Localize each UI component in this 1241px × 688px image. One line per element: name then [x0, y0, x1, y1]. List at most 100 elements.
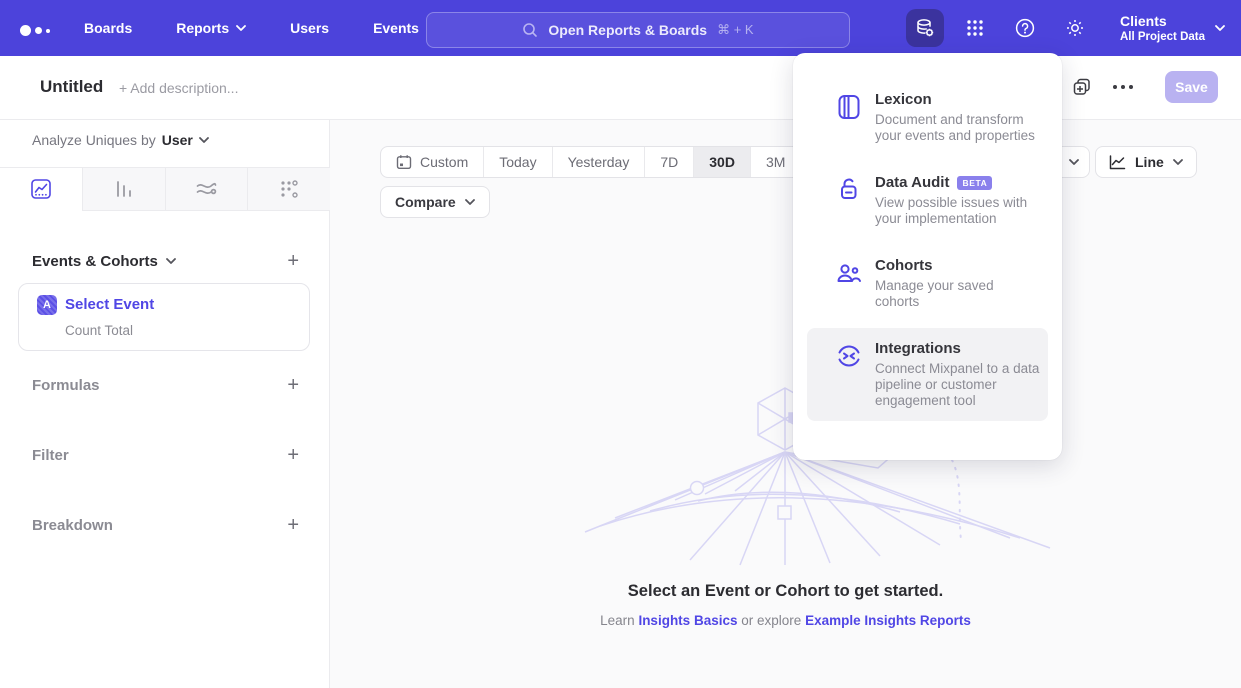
nav-item-events[interactable]: Events	[373, 20, 419, 36]
apps-grid-icon	[964, 17, 986, 39]
add-formula-button[interactable]: +	[287, 375, 299, 395]
range-today[interactable]: Today	[484, 147, 552, 177]
menu-item-data-audit[interactable]: Data Audit BETA View possible issues wit…	[807, 162, 1048, 239]
filter-label: Filter	[32, 447, 69, 464]
line-chart-icon	[31, 179, 51, 199]
range-7d[interactable]: 7D	[645, 147, 694, 177]
range-label: 30D	[709, 154, 735, 170]
nav-item-users[interactable]: Users	[290, 20, 329, 36]
chevron-down-icon	[166, 258, 176, 264]
chevron-down-icon	[465, 199, 475, 205]
add-breakdown-button[interactable]: +	[287, 515, 299, 535]
nav-right: Clients All Project Data	[906, 0, 1225, 56]
events-cohorts-header: Events & Cohorts +	[32, 251, 299, 271]
line-chart-icon	[1109, 155, 1126, 170]
menu-item-description: Document and transform your events and p…	[875, 112, 1040, 144]
select-event-button[interactable]: Select Event	[65, 296, 154, 313]
range-custom[interactable]: Custom	[381, 147, 484, 177]
range-yesterday[interactable]: Yesterday	[553, 147, 646, 177]
more-options-button[interactable]	[1112, 84, 1134, 90]
menu-item-integrations[interactable]: Integrations Connect Mixpanel to a data …	[807, 328, 1048, 421]
dots-grid-icon	[279, 179, 299, 199]
nav-item-reports[interactable]: Reports	[176, 20, 246, 36]
chevron-down-icon	[1215, 25, 1225, 31]
bar-chart-icon	[114, 179, 134, 199]
duplicate-report-button[interactable]	[1073, 78, 1093, 98]
search-shortcut: ⌘ + K	[717, 22, 754, 38]
empty-state-subtitle: Learn Insights Basics or explore Example…	[330, 613, 1241, 628]
menu-item-title: Data Audit	[875, 174, 949, 192]
global-search[interactable]: Open Reports & Boards ⌘ + K	[426, 12, 850, 48]
menu-item-title: Cohorts	[875, 257, 933, 275]
menu-item-title: Integrations	[875, 340, 961, 358]
add-event-button[interactable]: +	[287, 251, 299, 271]
search-icon	[522, 22, 538, 38]
tab-flow[interactable]	[165, 168, 248, 211]
calendar-icon	[396, 154, 412, 170]
gear-icon	[1064, 17, 1086, 39]
data-management-button[interactable]	[906, 9, 944, 47]
mixpanel-logo	[20, 22, 56, 36]
tab-bar-chart[interactable]	[82, 168, 165, 211]
settings-button[interactable]	[1056, 9, 1094, 47]
menu-item-title: Lexicon	[875, 91, 932, 109]
report-title[interactable]: Untitled	[40, 77, 103, 97]
events-cohorts-toggle[interactable]: Events & Cohorts	[32, 253, 176, 270]
beta-badge: BETA	[957, 176, 992, 190]
project-name: All Project Data	[1120, 30, 1205, 44]
analyze-value: User	[162, 132, 193, 148]
formulas-label: Formulas	[32, 377, 100, 394]
ellipsis-icon	[1112, 84, 1134, 90]
event-aggregation[interactable]: Count Total	[65, 323, 133, 338]
menu-item-description: Manage your saved cohorts	[875, 278, 1040, 310]
menu-item-description: View possible issues with your implement…	[875, 195, 1040, 227]
nav-items: Boards Reports Users Events	[84, 0, 419, 56]
chart-type-dropdown[interactable]: Line	[1095, 146, 1197, 178]
range-30d-selected[interactable]: 30D	[694, 147, 751, 177]
filter-section: Filter +	[32, 445, 299, 465]
range-label: Yesterday	[568, 154, 630, 170]
help-icon	[1014, 17, 1036, 39]
menu-item-cohorts[interactable]: Cohorts Manage your saved cohorts	[807, 245, 1048, 322]
nav-item-label: Reports	[176, 20, 229, 36]
date-range-control: Custom Today Yesterday 7D 30D 3M 6M	[380, 146, 852, 178]
breakdown-section: Breakdown +	[32, 515, 299, 535]
chevron-down-icon	[236, 25, 246, 31]
event-card[interactable]: A Select Event Count Total	[18, 283, 310, 351]
integrations-sync-icon	[835, 340, 863, 409]
query-sidebar: Analyze Uniques by User	[0, 120, 330, 688]
menu-item-lexicon[interactable]: Lexicon Document and transform your even…	[807, 79, 1048, 156]
copy-plus-icon	[1073, 78, 1093, 98]
visualization-tabs	[0, 167, 330, 211]
range-label: 3M	[766, 154, 785, 170]
apps-button[interactable]	[956, 9, 994, 47]
menu-item-description: Connect Mixpanel to a data pipeline or c…	[875, 361, 1040, 409]
analyze-by-dropdown[interactable]: User	[162, 132, 209, 148]
report-description-field[interactable]: + Add description...	[119, 80, 238, 96]
learn-prefix: Learn	[600, 613, 635, 628]
project-switcher[interactable]: Clients All Project Data	[1120, 13, 1225, 44]
nav-item-label: Users	[290, 20, 329, 36]
events-cohorts-label: Events & Cohorts	[32, 253, 158, 270]
example-reports-link[interactable]: Example Insights Reports	[805, 613, 971, 628]
tab-insights-line[interactable]	[0, 168, 82, 211]
top-navbar: Boards Reports Users Events Open Reports…	[0, 0, 1241, 56]
tab-metrics[interactable]	[247, 168, 330, 211]
account-name: Clients	[1120, 13, 1205, 30]
nav-item-boards[interactable]: Boards	[84, 20, 132, 36]
compare-dropdown[interactable]: Compare	[380, 186, 490, 218]
range-label: 7D	[660, 154, 678, 170]
add-filter-button[interactable]: +	[287, 445, 299, 465]
insights-basics-link[interactable]: Insights Basics	[638, 613, 737, 628]
save-button[interactable]: Save	[1165, 71, 1218, 103]
formulas-section: Formulas +	[32, 375, 299, 395]
help-button[interactable]	[1006, 9, 1044, 47]
cohorts-users-icon	[835, 257, 863, 310]
lexicon-book-icon	[835, 91, 863, 144]
nav-item-label: Boards	[84, 20, 132, 36]
chevron-down-icon	[1069, 159, 1079, 165]
chart-area: Custom Today Yesterday 7D 30D 3M 6M Comp…	[330, 120, 1241, 688]
nav-item-label: Events	[373, 20, 419, 36]
database-gear-icon	[914, 17, 936, 39]
data-audit-lock-icon	[835, 174, 863, 227]
